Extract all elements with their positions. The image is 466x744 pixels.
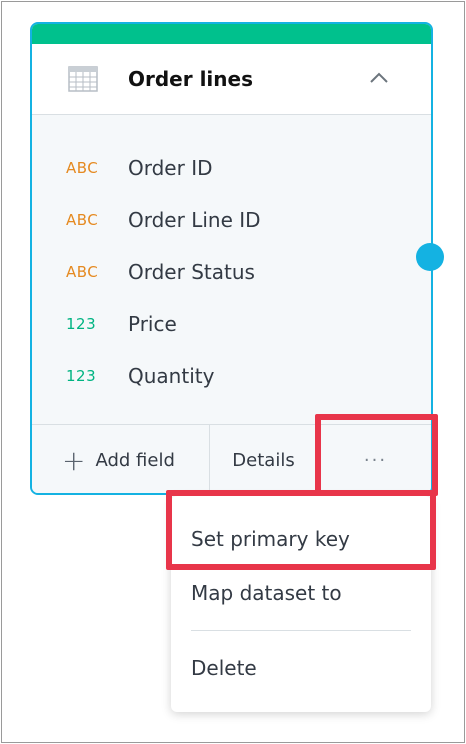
field-row[interactable]: ABC Order ID [32, 148, 431, 188]
card-footer: + Add field Details ··· [32, 424, 431, 493]
field-name: Order Line ID [128, 208, 261, 232]
field-row[interactable]: 123 Price [32, 304, 431, 344]
chevron-up-icon[interactable] [368, 68, 390, 88]
text-type-icon: ABC [66, 263, 99, 281]
text-type-icon: ABC [66, 211, 99, 229]
menu-item-label: Set primary key [191, 527, 350, 551]
details-button[interactable]: Details [210, 425, 318, 493]
menu-divider [191, 630, 411, 631]
add-field-button[interactable]: + Add field [32, 425, 210, 493]
field-name: Order ID [128, 156, 213, 180]
number-type-icon: 123 [66, 315, 97, 333]
more-options-button[interactable]: ··· [318, 425, 431, 493]
field-name: Quantity [128, 364, 215, 388]
menu-item-label: Map dataset to [191, 581, 342, 605]
field-row[interactable]: 123 Quantity [32, 356, 431, 396]
menu-item-delete[interactable]: Delete [171, 641, 431, 693]
more-icon: ··· [363, 450, 388, 471]
menu-item-map-dataset-to[interactable]: Map dataset to [171, 566, 431, 618]
text-type-icon: ABC [66, 159, 99, 177]
field-name: Order Status [128, 260, 255, 284]
card-accent-bar [32, 24, 431, 44]
number-type-icon: 123 [66, 367, 97, 385]
table-icon [68, 66, 98, 92]
dataset-context-menu: Set primary key Map dataset to Delete [171, 496, 431, 712]
field-row[interactable]: ABC Order Status [32, 252, 431, 292]
field-name: Price [128, 312, 177, 336]
dataset-card: Order lines ABC Order ID ABC Order Line … [30, 22, 433, 495]
details-label: Details [232, 450, 295, 471]
plus-icon: + [62, 443, 86, 477]
card-header: Order lines [32, 44, 431, 115]
menu-item-label: Delete [191, 656, 257, 680]
menu-item-set-primary-key[interactable]: Set primary key [171, 512, 431, 564]
card-title: Order lines [128, 67, 253, 91]
add-field-label: Add field [95, 450, 175, 471]
connection-handle[interactable] [416, 243, 444, 271]
field-row[interactable]: ABC Order Line ID [32, 200, 431, 240]
